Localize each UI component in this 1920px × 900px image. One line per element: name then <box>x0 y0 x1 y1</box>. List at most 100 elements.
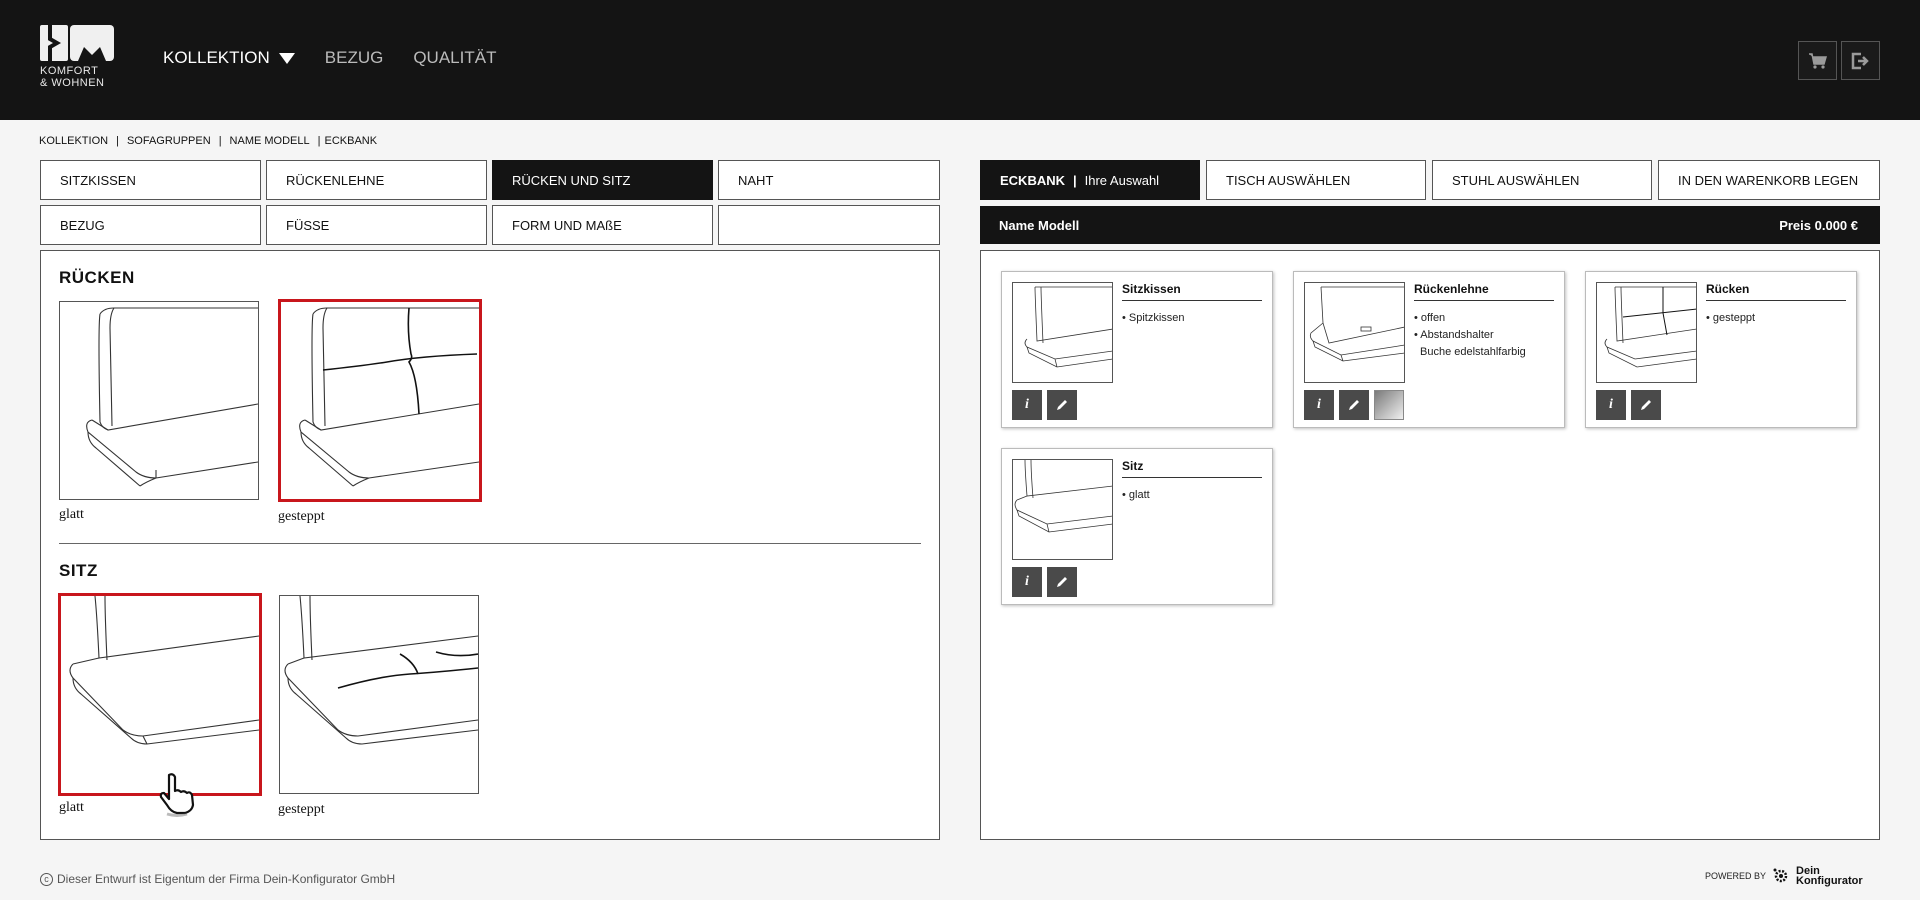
logout-button[interactable] <box>1841 41 1880 80</box>
bench-smooth-back-image <box>86 307 258 487</box>
summary-card-rueckenlehne: Rückenlehne • offen • Abstandshalter Buc… <box>1293 271 1565 428</box>
nav-kollektion-label: KOLLEKTION <box>163 48 270 67</box>
hand-cursor-icon <box>159 773 195 817</box>
gear-icon <box>1773 868 1788 883</box>
edit-button[interactable] <box>1047 390 1077 420</box>
chevron-down-icon <box>278 53 295 64</box>
card-thumbnail <box>1012 459 1113 560</box>
cart-button[interactable] <box>1798 41 1837 80</box>
option-label: glatt <box>59 507 84 522</box>
footer-powered-by[interactable]: POWERED BY Dein Konfigurator <box>1705 866 1863 887</box>
add-to-cart-button[interactable]: IN DEN WARENKORB LEGEN <box>1658 160 1880 200</box>
card-title: Rücken <box>1706 282 1846 301</box>
bench-thumbnail-image <box>1309 286 1404 362</box>
breadcrumb-separator: | <box>116 135 119 147</box>
summary-card-sitzkissen: Sitzkissen • Spitzkissen i <box>1001 271 1273 428</box>
card-details: • gesteppt <box>1706 310 1851 327</box>
konfigurator-brand: Dein Konfigurator <box>1796 866 1863 887</box>
breadcrumb: KOLLEKTION | SOFAGRUPPEN | NAME MODELL |… <box>39 135 377 147</box>
bench-smooth-seat-image <box>69 596 259 745</box>
tab-rueckenlehne[interactable]: RÜCKENLEHNE <box>266 160 487 200</box>
edit-button[interactable] <box>1339 390 1369 420</box>
edit-button[interactable] <box>1631 390 1661 420</box>
info-button[interactable]: i <box>1304 390 1334 420</box>
tab-eckbank[interactable]: ECKBANK | Ihre Auswahl <box>980 160 1200 200</box>
breadcrumb-item[interactable]: SOFAGRUPPEN <box>127 135 211 147</box>
tab-tisch-auswaehlen[interactable]: TISCH AUSWÄHLEN <box>1206 160 1426 200</box>
card-actions: i <box>1012 390 1082 420</box>
card-title: Sitz <box>1122 459 1262 478</box>
edit-button[interactable] <box>1047 567 1077 597</box>
card-detail-item: • glatt <box>1122 489 1150 501</box>
tab-fuesse[interactable]: FÜSSE <box>266 205 487 245</box>
breadcrumb-item[interactable]: KOLLEKTION <box>39 135 108 147</box>
logo-text-line2: & WOHNEN <box>40 77 105 89</box>
copyright-text: Dieser Entwurf ist Eigentum der Firma De… <box>57 872 396 886</box>
card-detail-item: • offen <box>1414 312 1446 324</box>
pencil-icon <box>1349 400 1359 410</box>
section-title-sitz: SITZ <box>59 561 98 580</box>
bench-thumbnail-image <box>1604 286 1696 368</box>
card-details: • glatt <box>1122 487 1267 504</box>
card-title: Sitzkissen <box>1122 282 1262 301</box>
brand-line2: Konfigurator <box>1796 875 1863 887</box>
section-divider <box>59 543 921 544</box>
summary-panel: Sitzkissen • Spitzkissen i Rückenlehne •… <box>980 250 1880 840</box>
bench-thumbnail-image <box>1024 286 1112 368</box>
card-thumbnail <box>1012 282 1113 383</box>
model-name-bar: Name Modell Preis 0.000 € <box>980 206 1880 244</box>
info-button[interactable]: i <box>1012 390 1042 420</box>
tab-form-und-masse[interactable]: FORM UND MAßE <box>492 205 713 245</box>
option-label: gesteppt <box>278 509 325 524</box>
card-actions: i <box>1012 567 1082 597</box>
info-icon: i <box>1317 397 1321 412</box>
top-header: KOMFORT & WOHNEN KOLLEKTION BEZUG QUALIT… <box>0 0 1920 120</box>
option-sitz-glatt[interactable] <box>58 593 262 796</box>
info-icon: i <box>1025 574 1029 589</box>
card-thumbnail <box>1596 282 1697 383</box>
card-details: • Spitzkissen <box>1122 310 1267 327</box>
option-label: gesteppt <box>278 802 325 817</box>
powered-by-label: POWERED BY <box>1705 871 1767 881</box>
tab-sitzkissen[interactable]: SITZKISSEN <box>40 160 261 200</box>
bench-thumbnail-image <box>1014 460 1112 533</box>
bench-quilted-seat-image <box>284 596 478 745</box>
tab-eckbank-sub: Ihre Auswahl <box>1084 172 1160 188</box>
card-thumbnail <box>1304 282 1405 383</box>
tab-eckbank-label: ECKBANK <box>1000 172 1065 188</box>
tab-stuhl-auswaehlen[interactable]: STUHL AUSWÄHLEN <box>1432 160 1652 200</box>
card-title: Rückenlehne <box>1414 282 1554 301</box>
copyright-icon: c <box>40 872 53 886</box>
info-icon: i <box>1609 397 1613 412</box>
card-actions: i <box>1596 390 1666 420</box>
nav-kollektion[interactable]: KOLLEKTION <box>163 48 295 68</box>
tab-bezug[interactable]: BEZUG <box>40 205 261 245</box>
pencil-icon <box>1057 577 1067 587</box>
info-button[interactable]: i <box>1596 390 1626 420</box>
card-detail-item: • Spitzkissen <box>1122 312 1185 324</box>
logo-mark-icon <box>40 25 114 61</box>
card-details: • offen • Abstandshalter Buche edelstahl… <box>1414 310 1559 361</box>
footer-copyright: c Dieser Entwurf ist Eigentum der Firma … <box>40 872 395 886</box>
option-ruecken-glatt[interactable] <box>59 301 259 500</box>
breadcrumb-separator: | <box>317 135 321 147</box>
option-ruecken-gesteppt[interactable] <box>278 299 482 502</box>
brand-logo[interactable]: KOMFORT & WOHNEN <box>40 25 116 95</box>
cart-icon <box>1808 52 1827 69</box>
breadcrumb-item[interactable]: ECKBANK <box>324 135 377 147</box>
color-swatch-button[interactable] <box>1374 390 1404 420</box>
tab-eckbank-separator: | <box>1073 172 1077 188</box>
main-nav: KOLLEKTION BEZUG QUALITÄT <box>163 48 526 68</box>
breadcrumb-item[interactable]: NAME MODELL <box>230 135 310 147</box>
summary-card-ruecken: Rücken • gesteppt i <box>1585 271 1857 428</box>
logout-icon <box>1851 52 1869 69</box>
card-detail-item: Buche edelstahlfarbig <box>1420 346 1526 358</box>
nav-bezug[interactable]: BEZUG <box>325 48 384 68</box>
info-button[interactable]: i <box>1012 567 1042 597</box>
nav-qualitaet[interactable]: QUALITÄT <box>413 48 496 68</box>
tab-ruecken-und-sitz[interactable]: RÜCKEN UND SITZ <box>492 160 713 200</box>
option-sitz-gesteppt[interactable] <box>279 595 479 794</box>
logo-text: KOMFORT & WOHNEN <box>40 65 130 89</box>
pencil-icon <box>1057 400 1067 410</box>
tab-naht[interactable]: NAHT <box>718 160 940 200</box>
